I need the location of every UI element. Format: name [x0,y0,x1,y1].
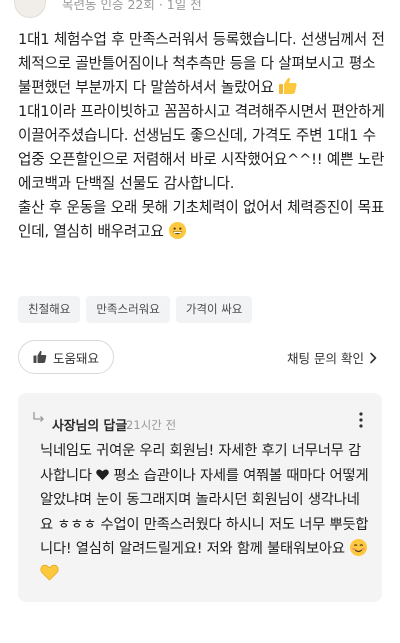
yellow-heart-emoji-icon [40,564,59,581]
review-text-2: 1대1이라 프라이빗하고 꼼꼼하시고 격려해주시면서 편안하게 이끌어주셨습니다… [18,103,385,192]
thumbs-up-icon [33,350,47,363]
thumbs-up-emoji-icon [279,77,297,94]
black-heart-emoji-icon [96,469,109,480]
reply-arrow-icon [33,412,44,422]
review-text-3: 출산 후 운동을 오래 못해 기초체력이 없어서 체력증진이 목표인데, 열심히… [18,199,385,240]
grinning-emoji-icon [168,221,187,240]
tag-cheap: 가격이 싸요 [175,296,253,323]
review-text-1: 1대1 체험수업 후 만족스러워서 등록했습니다. 선생님께서 전체적으로 골반… [18,31,385,96]
owner-reply-card: 사장님의 답글 21시간 전 닉네임도 귀여운 우리 회원님! 자세한 후기 너… [18,393,382,602]
chat-inquiry-link[interactable]: 채팅 문의 확인 [287,348,378,367]
chat-link-label: 채팅 문의 확인 [287,351,364,366]
reply-time: 21시간 전 [126,418,177,432]
reviewer-meta: 목련동 인증 22회 · 1일 전 [62,0,202,12]
smiling-emoji-icon [350,538,368,557]
tag-satisfied: 만족스러워요 [86,296,170,323]
tag-kind: 친절해요 [18,296,81,323]
review-body: 1대1 체험수업 후 만족스러워서 등록했습니다. 선생님께서 전체적으로 골반… [18,28,388,244]
more-vertical-icon[interactable] [358,411,364,429]
reply-body: 닉네임도 귀여운 우리 회원님! 자세한 후기 너무너무 감사합니다 평소 습관… [40,439,370,586]
chevron-right-icon [370,352,377,363]
review-tags: 친절해요 만족스러워요 가격이 싸요 [18,296,253,323]
avatar[interactable] [14,0,46,18]
review-header: 목련동 인증 22회 · 1일 전 [0,0,400,20]
helpful-button[interactable]: 도움돼요 [18,340,114,374]
reply-title: 사장님의 답글 [52,419,128,434]
helpful-label: 도움돼요 [52,350,99,366]
